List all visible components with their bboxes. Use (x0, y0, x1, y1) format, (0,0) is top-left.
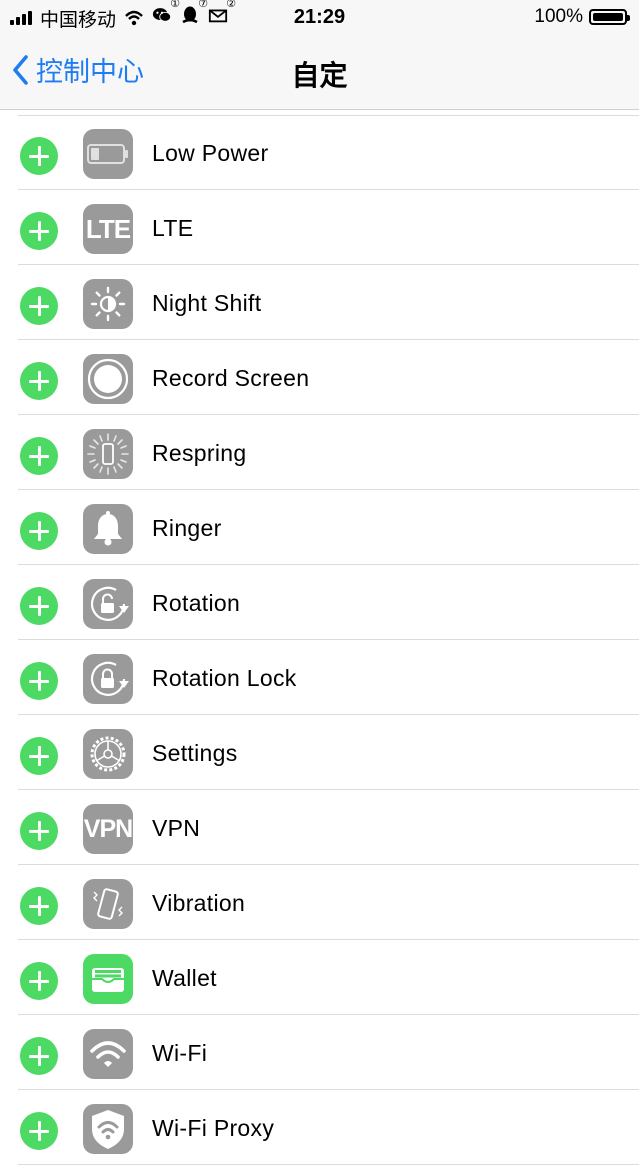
add-button[interactable] (20, 287, 58, 325)
list-item[interactable]: Low Power (0, 115, 639, 190)
item-label: Record Screen (152, 365, 310, 391)
rotation-icon (83, 579, 133, 629)
item-label: Wi-Fi Proxy (152, 1115, 275, 1141)
wallet-icon (83, 954, 133, 1004)
item-label: Settings (152, 740, 238, 766)
item-label: VPN (152, 815, 201, 841)
item-label: Wallet (152, 965, 217, 991)
add-button[interactable] (20, 812, 58, 850)
wifi-proxy-icon (83, 1104, 133, 1154)
battery-icon (83, 129, 133, 179)
lte-icon-text: LTE (85, 213, 131, 244)
record-screen-icon (83, 354, 133, 404)
list-item[interactable]: Wallet (0, 940, 639, 1015)
battery-status-icon (589, 9, 630, 25)
lte-icon: LTE (83, 204, 133, 254)
status-right: 100% (534, 6, 630, 28)
add-button[interactable] (20, 662, 58, 700)
item-label: Wi-Fi (152, 1040, 208, 1066)
add-button[interactable] (20, 887, 58, 925)
list-item[interactable]: Wi-Fi Proxy (0, 1090, 639, 1165)
add-button[interactable] (20, 362, 58, 400)
vpn-icon-text: VPN (83, 814, 133, 843)
list-item[interactable]: Vibration (0, 865, 639, 940)
status-bar: 中国移动 ① ⑦ ② 21:29 100% (0, 0, 639, 36)
vibration-icon (83, 879, 133, 929)
gear-icon (83, 729, 133, 779)
rotation-lock-icon (83, 654, 133, 704)
list-item[interactable]: Wi-Fi (0, 1015, 639, 1090)
bell-icon (83, 504, 133, 554)
list-item[interactable]: Record Screen (0, 340, 639, 415)
list-item[interactable]: Rotation Lock (0, 640, 639, 715)
vpn-icon: VPN (83, 804, 133, 854)
page-title: 自定 (291, 60, 348, 91)
add-button[interactable] (20, 437, 58, 475)
item-label: LTE (152, 215, 194, 241)
item-label: Vibration (152, 890, 246, 916)
item-label: Ringer (152, 515, 222, 541)
battery-percent: 100% (534, 6, 583, 27)
add-button[interactable] (20, 737, 58, 775)
add-button[interactable] (20, 1037, 58, 1075)
add-button[interactable] (20, 212, 58, 250)
night-shift-icon (83, 279, 133, 329)
add-button[interactable] (20, 1112, 58, 1150)
list-item[interactable]: Rotation (0, 565, 639, 640)
list-item[interactable]: LTE LTE (0, 190, 639, 265)
navigation-bar: 控制中心 自定 (0, 36, 639, 110)
add-button[interactable] (20, 512, 58, 550)
item-label: Rotation (152, 590, 241, 616)
list-item[interactable]: Settings (0, 715, 639, 790)
add-button[interactable] (20, 137, 58, 175)
wifi-icon (83, 1029, 133, 1079)
list-item[interactable]: Night Shift (0, 265, 639, 340)
item-label: Rotation Lock (152, 665, 297, 691)
item-label: Night Shift (152, 290, 262, 316)
list-item[interactable]: VPN VPN (0, 790, 639, 865)
list-item[interactable]: Respring (0, 415, 639, 490)
respring-icon (83, 429, 133, 479)
more-controls-list: Low Power LTE LTE Night Shift Record Scr… (0, 115, 639, 1165)
add-button[interactable] (20, 587, 58, 625)
item-label: Respring (152, 440, 247, 466)
list-item[interactable]: Ringer (0, 490, 639, 565)
add-button[interactable] (20, 962, 58, 1000)
item-label: Low Power (152, 140, 269, 166)
